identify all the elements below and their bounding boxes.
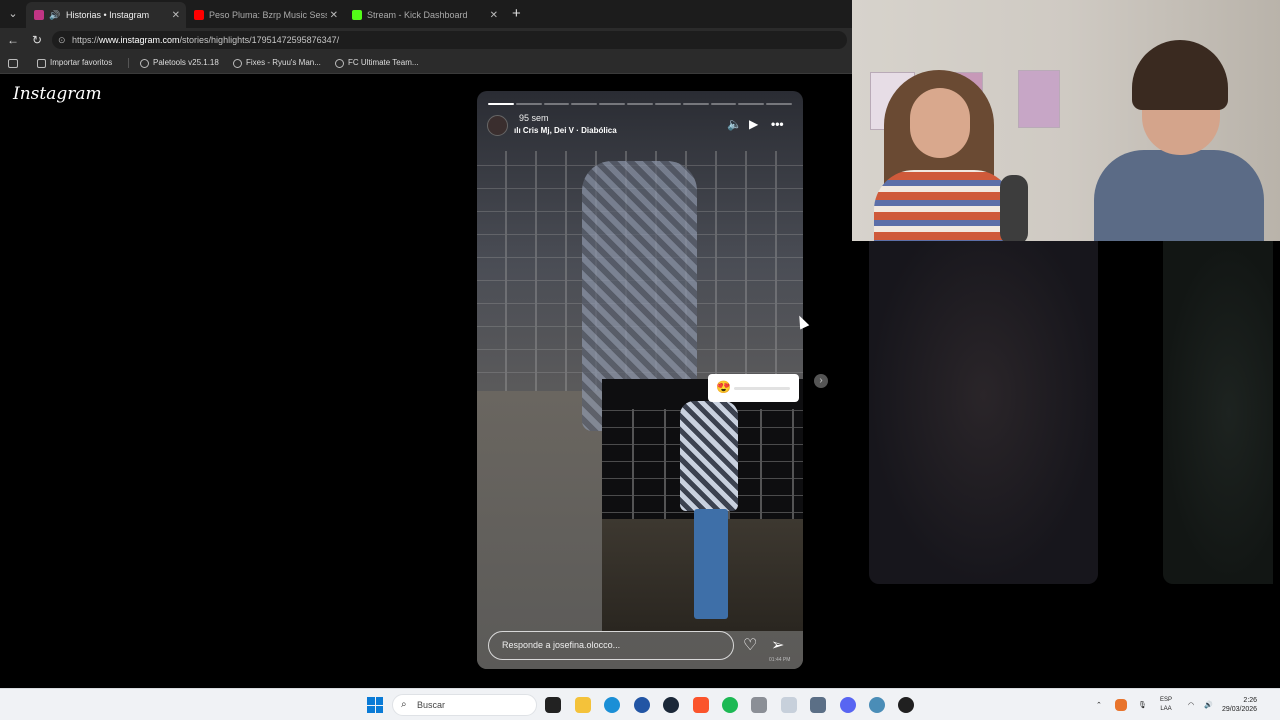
microphone-icon[interactable]: 🎙 xyxy=(1138,689,1147,720)
tab-title: Stream - Kick Dashboard xyxy=(367,10,468,20)
webcam-person-right xyxy=(1094,40,1264,241)
volume-icon[interactable]: 🔈 xyxy=(727,117,742,131)
system-clock[interactable]: 2:26 29/03/2026 xyxy=(1222,696,1257,714)
bookmark-paletools[interactable]: Paletools v25.1.18 xyxy=(140,56,219,70)
clock-time: 2:26 xyxy=(1243,697,1258,704)
microphone xyxy=(1000,175,1028,241)
slider-track[interactable] xyxy=(734,387,790,390)
close-tab-icon[interactable]: ✕ xyxy=(490,10,498,21)
music-bars-icon: ılı xyxy=(514,126,523,135)
webcam-overlay xyxy=(852,0,1280,241)
tab-title: Historias • Instagram xyxy=(66,10,150,20)
bookmark-import-favorites[interactable]: Importar favoritos xyxy=(37,56,112,70)
story-music-label[interactable]: ılı Cris Mj, Dei V · Diabólica xyxy=(514,126,617,135)
refresh-icon[interactable]: ↻ xyxy=(29,32,45,48)
story-avatar[interactable] xyxy=(487,115,508,136)
url-field[interactable]: ⊙ https://www.instagram.com/stories/high… xyxy=(52,31,847,49)
speaker-icon[interactable]: 🔊 xyxy=(49,10,61,20)
story-watermark: 01:44 PM xyxy=(769,657,791,663)
taskbar-search[interactable]: ⌕ Buscar xyxy=(392,694,537,716)
language-code: ESP xyxy=(1160,697,1173,703)
adjacent-story-preview[interactable] xyxy=(869,241,1098,584)
address-bar: ← ↻ ⊙ https://www.instagram.com/stories/… xyxy=(0,28,852,52)
clock-date: 29/03/2026 xyxy=(1222,706,1258,713)
file-explorer-icon[interactable] xyxy=(575,697,591,713)
tab-instagram[interactable]: 🔊 Historias • Instagram ✕ xyxy=(26,2,186,28)
url-path: /stories/highlights/17951472595876347/ xyxy=(179,35,340,45)
globe-icon xyxy=(233,58,242,68)
obs-icon[interactable] xyxy=(898,697,914,713)
story-time-ago: 95 sem xyxy=(519,113,549,123)
bookmarks-bar: Importar favoritos Paletools v25.1.18 Fi… xyxy=(0,52,852,74)
folder-icon xyxy=(37,58,46,68)
bookmark-label: Importar favoritos xyxy=(50,58,113,67)
emoji-slider-sticker[interactable]: 😍 xyxy=(708,374,799,402)
tab-actions-icon[interactable] xyxy=(8,56,22,70)
new-tab-plus-icon[interactable]: + xyxy=(512,5,521,22)
edge-browser-icon[interactable] xyxy=(604,697,620,713)
share-send-icon[interactable]: ➢ xyxy=(771,635,784,655)
more-options-icon[interactable]: ••• xyxy=(771,117,784,131)
tab-youtube[interactable]: Peso Pluma: Bzrp Music Sessions ✕ xyxy=(186,2,344,28)
app-icon[interactable] xyxy=(781,697,797,713)
task-view-icon[interactable] xyxy=(545,697,561,713)
bookmark-fixes[interactable]: Fixes - Ryuu's Man... xyxy=(233,56,321,70)
tray-app-icon[interactable] xyxy=(1115,699,1127,711)
volume-icon[interactable]: 🔊 xyxy=(1204,689,1213,720)
keyboard-layout: LAA xyxy=(1160,706,1172,712)
tab-list-chevron-icon[interactable]: ⌄ xyxy=(4,5,22,23)
brave-browser-icon[interactable] xyxy=(693,697,709,713)
bookmark-label: Paletools v25.1.18 xyxy=(153,58,219,67)
steam-icon[interactable] xyxy=(663,697,679,713)
bookmark-label: Fixes - Ryuu's Man... xyxy=(246,58,321,67)
next-story-arrow-icon[interactable]: › xyxy=(814,374,828,388)
like-heart-icon[interactable]: ♡ xyxy=(743,635,757,655)
site-info-icon[interactable]: ⊙ xyxy=(58,31,66,49)
tray-chevron-icon[interactable]: ⌃ xyxy=(1096,689,1102,720)
tab-bar: ⌄ 🔊 Historias • Instagram ✕ Peso Pluma: … xyxy=(0,0,852,28)
adjacent-story-preview[interactable] xyxy=(1163,241,1273,584)
spotify-icon[interactable] xyxy=(722,697,738,713)
tab-title: Peso Pluma: Bzrp Music Sessions xyxy=(209,10,327,20)
story-progress-bar xyxy=(488,103,792,105)
webcam-person-left xyxy=(874,70,1014,241)
app-icon[interactable] xyxy=(634,697,650,713)
bookmark-label: FC Ultimate Team... xyxy=(348,58,419,67)
url-scheme: https:// xyxy=(72,35,100,45)
story-inset-photo xyxy=(602,379,803,631)
search-placeholder: Buscar xyxy=(417,700,446,710)
instagram-favicon-icon xyxy=(34,10,44,20)
heart-eyes-emoji-icon: 😍 xyxy=(716,380,731,394)
instagram-logo[interactable]: Instagram xyxy=(13,84,102,104)
kick-favicon-icon xyxy=(352,10,362,20)
app-icon[interactable] xyxy=(869,697,885,713)
language-indicator[interactable]: ESP LAA xyxy=(1160,696,1172,714)
globe-icon xyxy=(140,58,149,68)
play-icon[interactable]: ▶ xyxy=(749,117,758,131)
bookmark-separator xyxy=(128,58,129,68)
windows-start-icon[interactable] xyxy=(367,697,383,713)
globe-icon xyxy=(335,58,344,68)
discord-icon[interactable] xyxy=(840,697,856,713)
windows-taskbar: ⌕ Buscar ⌃ 🎙 ESP LAA ◠ 🔊 2:26 29/03/2026 xyxy=(0,688,1280,720)
story-viewer[interactable]: 95 sem ılı Cris Mj, Dei V · Diabólica 🔈 … xyxy=(477,91,803,669)
music-title: Cris Mj, Dei V · Diabólica xyxy=(522,126,617,135)
url-host: www.instagram.com xyxy=(99,35,180,45)
reply-input[interactable]: Responde a josefina.olocco... xyxy=(488,631,734,660)
back-arrow-icon[interactable]: ← xyxy=(5,32,21,48)
close-tab-icon[interactable]: ✕ xyxy=(172,10,180,21)
bookmark-fc-ultimate-team[interactable]: FC Ultimate Team... xyxy=(335,56,419,70)
tab-kick[interactable]: Stream - Kick Dashboard ✕ xyxy=(344,2,504,28)
settings-gear-icon[interactable] xyxy=(810,697,826,713)
wall-poster xyxy=(1018,70,1060,128)
close-tab-icon[interactable]: ✕ xyxy=(330,10,338,21)
app-icon[interactable] xyxy=(751,697,767,713)
search-icon: ⌕ xyxy=(401,699,407,710)
youtube-favicon-icon xyxy=(194,10,204,20)
wifi-icon[interactable]: ◠ xyxy=(1188,689,1194,720)
